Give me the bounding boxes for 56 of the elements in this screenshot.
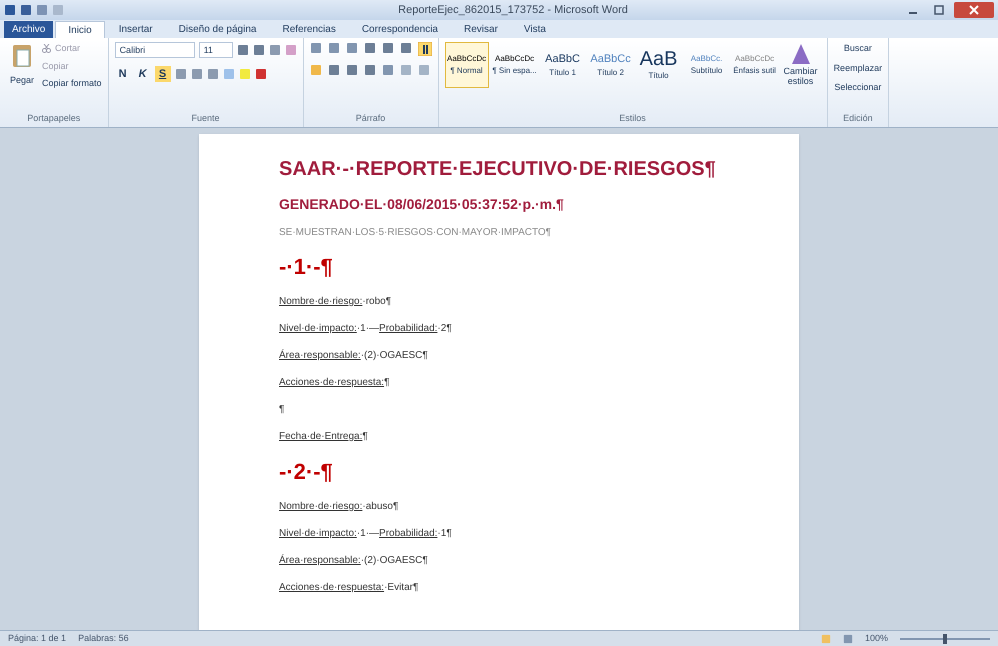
window-title: ReporteEjec_862015_173752 - Microsoft Word: [397, 2, 629, 18]
style-gallery-item[interactable]: AaB Título: [636, 42, 681, 88]
group-label: Estilos: [618, 112, 647, 124]
show-marks-icon[interactable]: [418, 42, 432, 56]
document-paragraph: Acciones·de·respuesta:¶: [279, 376, 390, 390]
font-size-field[interactable]: 11: [198, 42, 233, 58]
document-paragraph: Nivel·de·impacto:·1·—Probabilidad:·2¶: [279, 322, 453, 336]
ribbon-tab[interactable]: Referencias: [270, 21, 348, 38]
zoom-slider-thumb[interactable]: [943, 634, 947, 644]
font-name-field[interactable]: Calibri: [114, 42, 195, 58]
page-count[interactable]: Página: 1 de 1: [8, 632, 66, 646]
styles-letter-icon: [790, 42, 812, 66]
change-styles-button[interactable]: Cambiar estilos: [780, 42, 821, 86]
document-paragraph: Nombre·de·riesgo:·abuso¶: [279, 500, 400, 514]
ribbon-tab[interactable]: Correspondencia: [350, 21, 450, 38]
document-paragraph: Nivel·de·impacto:·1·—Probabilidad:·1¶: [279, 527, 453, 541]
group-label: Portapapeles: [26, 112, 82, 125]
close-icon[interactable]: [954, 2, 994, 18]
style-gallery-item[interactable]: AaBbCcDc Énfasis sutil: [732, 42, 777, 88]
scissors-icon: [42, 44, 52, 54]
style-gallery-item[interactable]: AaBbCc Título 2: [588, 42, 633, 88]
group-label: Fuente: [190, 112, 221, 124]
ribbon-tab[interactable]: Diseño de página: [166, 21, 268, 38]
document-paragraph: Fecha·de·Entrega:¶: [279, 430, 369, 444]
document-paragraph: Área·responsable:·(2)·OGAESC¶: [279, 553, 429, 568]
clipboard-icon: [11, 42, 34, 70]
ribbon-tab[interactable]: Vista: [512, 21, 558, 38]
document-heading: GENERADO·EL·08/06/2015·05:37:52·p.·m.¶: [279, 195, 565, 214]
document-paragraph: Área·responsable:·(2)·OGAESC¶: [279, 348, 429, 363]
format-button[interactable]: K: [134, 66, 151, 82]
ribbon-tab[interactable]: Archivo: [4, 21, 54, 38]
style-gallery-item[interactable]: AaBbCcDc ¶ Normal: [444, 42, 489, 88]
style-gallery-item[interactable]: AaBbCcDc ¶ Sin espa...: [492, 42, 537, 88]
paste-button[interactable]: Pegar: [6, 42, 38, 88]
format-button[interactable]: S: [154, 66, 171, 82]
replace-button[interactable]: Reemplazar: [834, 62, 882, 75]
format-button[interactable]: N: [114, 66, 131, 82]
ribbon-tab[interactable]: Inicio: [55, 21, 105, 38]
document-paragraph: Acciones·de·respuesta:·Evitar¶: [279, 581, 420, 595]
select-button[interactable]: Seleccionar: [834, 81, 882, 94]
style-gallery-item[interactable]: AaBbC Título 1: [540, 42, 585, 88]
group-label: Edición: [842, 112, 874, 124]
document-heading: SAAR·-·REPORTE·EJECUTIVO·DE·RIESGOS¶: [279, 157, 717, 182]
format-painter-button[interactable]: Copiar formato: [42, 77, 102, 90]
style-gallery-item[interactable]: AaBbCc. Subtítulo: [684, 42, 729, 88]
ribbon-tab[interactable]: Insertar: [106, 21, 165, 38]
word-count[interactable]: Palabras: 56: [78, 632, 129, 646]
zoom-level[interactable]: 100%: [864, 632, 888, 646]
document-heading: -·2·-¶: [279, 458, 334, 486]
document-heading: SE·MUESTRAN·LOS·5·RIESGOS·CON·MAYOR·IMPACTO¶: [279, 226, 552, 240]
document-paragraph: Nombre·de·riesgo:·robo¶: [279, 295, 392, 309]
ribbon-tab[interactable]: Revisar: [452, 21, 510, 38]
group-label: Párrafo: [354, 112, 386, 124]
document-paragraph: ¶: [279, 403, 286, 417]
document-heading: -·1·-¶: [279, 253, 334, 281]
find-button[interactable]: Buscar: [834, 42, 882, 56]
